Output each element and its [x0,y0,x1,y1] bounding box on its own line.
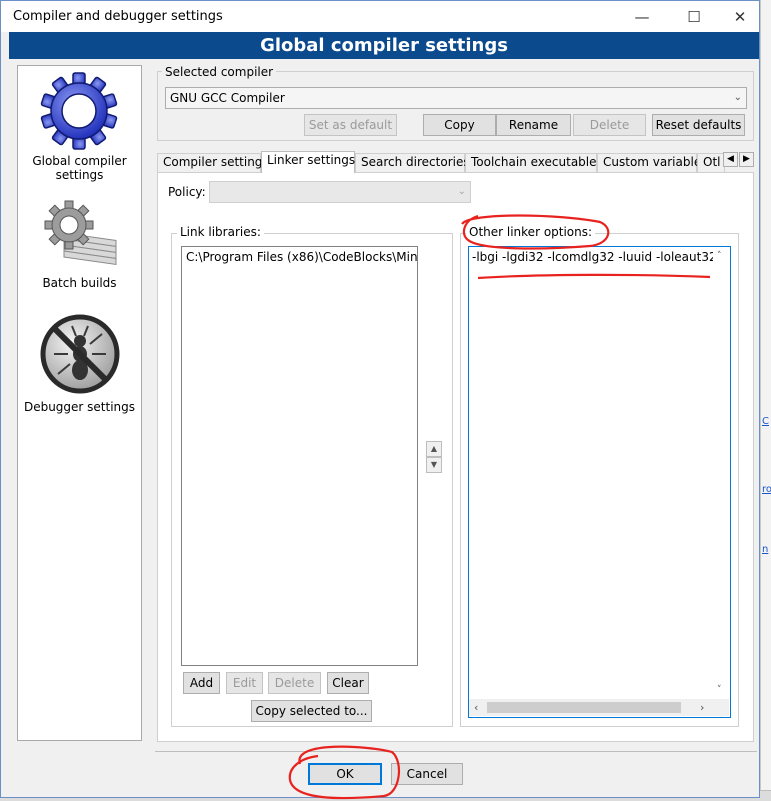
list-item[interactable]: C:\Program Files (x86)\CodeBlocks\MinGW [182,247,417,267]
policy-dropdown[interactable]: ⌄ [209,181,471,203]
scrollbar-thumb[interactable] [487,702,681,713]
ok-button[interactable]: OK [308,763,382,785]
no-bug-icon [40,314,120,394]
edit-library-button[interactable]: Edit [226,672,263,694]
policy-label: Policy: [168,185,206,199]
compiler-dropdown[interactable]: GNU GCC Compiler ⌄ [165,87,747,109]
scroll-right-icon[interactable]: › [700,701,704,714]
background-link[interactable]: ro [762,484,771,495]
tab-linker-settings[interactable]: Linker settings [261,151,355,173]
other-linker-options-textarea[interactable]: -lbgi -lgdi32 -lcomdlg32 -luuid -loleaut… [468,246,731,718]
delete-library-button[interactable]: Delete [268,672,321,694]
settings-dialog: Compiler and debugger settings — ☐ ✕ Glo… [0,0,760,798]
link-libraries-list[interactable]: C:\Program Files (x86)\CodeBlocks\MinGW [181,246,418,666]
tab-scroll-left-button[interactable]: ◀ [723,152,738,167]
other-linker-options-label: Other linker options: [466,225,596,239]
settings-nav: Global compiler settings Batch builds De… [17,65,142,741]
title-bar: Compiler and debugger settings — ☐ ✕ [1,1,759,32]
screen: C ro n Compiler and debugger settings — … [0,0,771,801]
rename-compiler-button[interactable]: Rename [496,114,571,136]
compiler-dropdown-value: GNU GCC Compiler [170,91,285,105]
cancel-button[interactable]: Cancel [391,763,463,785]
chevron-down-icon: ⌄ [457,186,466,197]
page-banner: Global compiler settings [9,32,759,59]
tab-search-directories[interactable]: Search directories [355,153,470,172]
compiler-group-label: Selected compiler [162,65,277,79]
nav-item-label: Batch builds [42,276,117,290]
copy-selected-button[interactable]: Copy selected to... [251,700,372,722]
clear-libraries-button[interactable]: Clear [327,672,369,694]
tab-other[interactable]: Otl [697,153,725,172]
background-window [760,0,771,801]
nav-item-label: Global compiler settings [32,154,127,182]
close-button[interactable]: ✕ [717,5,763,29]
tab-compiler-settings[interactable]: Compiler settings [157,153,269,172]
linker-options-text: -lbgi -lgdi32 -lcomdlg32 -luuid -loleaut… [472,250,713,264]
delete-compiler-button[interactable]: Delete [573,114,646,136]
link-libraries-label: Link libraries: [177,225,264,239]
batch-gears-icon [44,200,117,265]
horizontal-scrollbar[interactable]: ‹ › [469,699,729,716]
move-up-button[interactable]: ▲ [426,441,442,457]
maximize-button[interactable]: ☐ [671,5,717,29]
scroll-up-icon[interactable]: ˄ [717,251,722,261]
scroll-down-icon[interactable]: ˅ [717,685,722,695]
scroll-left-icon[interactable]: ‹ [474,701,478,714]
reset-defaults-button[interactable]: Reset defaults [652,114,745,136]
window-title: Compiler and debugger settings [13,9,223,24]
nav-item-label: Debugger settings [23,400,136,414]
chevron-down-icon: ⌄ [733,92,742,103]
copy-compiler-button[interactable]: Copy [423,114,496,136]
background-link[interactable]: C [762,416,769,427]
footer-divider [155,751,757,752]
move-down-button[interactable]: ▼ [426,457,442,473]
gear-icon [40,72,118,150]
set-as-default-button[interactable]: Set as default [304,114,397,136]
background-link[interactable]: n [762,544,768,555]
tab-scroll-right-button[interactable]: ▶ [739,152,754,167]
tab-toolchain-executables[interactable]: Toolchain executables [465,153,603,172]
add-library-button[interactable]: Add [183,672,220,694]
tab-custom-variables[interactable]: Custom variables [597,153,707,172]
minimize-button[interactable]: — [619,5,665,29]
